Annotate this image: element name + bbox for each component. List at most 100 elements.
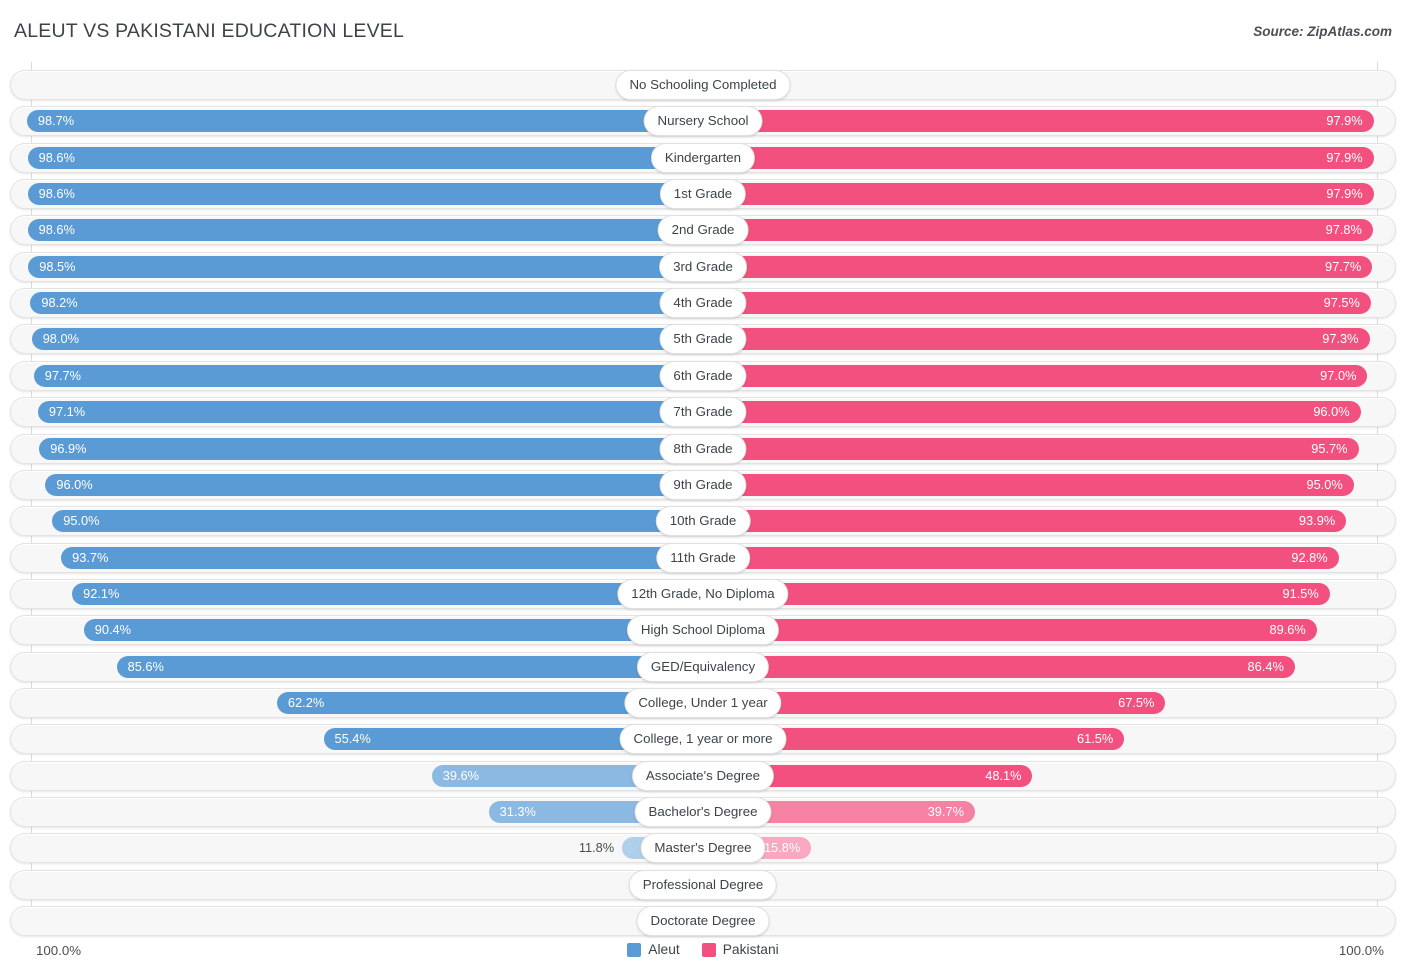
bar-value-aleut: 90.4%	[94, 622, 132, 638]
bar-aleut	[72, 582, 703, 605]
chart-header: ALEUT VS PAKISTANI EDUCATION LEVEL Sourc…	[0, 0, 1406, 62]
category-label: GED/Equivalency	[636, 651, 770, 682]
bar-value-aleut: 31.3%	[499, 804, 536, 819]
chart-row: 98.6% 97.9% Kindergarten	[10, 142, 1396, 173]
chart-row: 85.6% 86.4% GED/Equivalency	[10, 651, 1396, 682]
bar-value-aleut: 98.6%	[38, 186, 75, 202]
chart-row: 31.3% 39.7% Bachelor's Degree	[10, 797, 1396, 827]
bar-pakistani	[703, 437, 1359, 460]
chart-row: 98.5% 97.7% 3rd Grade	[10, 251, 1396, 282]
bar-aleut	[37, 401, 703, 424]
bar-value-pakistani: 97.0%	[1320, 367, 1357, 383]
chart-row: 98.6% 97.8% 2nd Grade	[10, 215, 1396, 246]
bar-value-aleut: 92.1%	[83, 585, 120, 601]
category-label: 3rd Grade	[659, 251, 747, 282]
chart-row: 90.4% 89.6% High School Diploma	[10, 615, 1396, 646]
bar-pakistani	[703, 619, 1317, 642]
category-label: Associate's Degree	[631, 760, 775, 791]
bar-aleut	[31, 328, 703, 351]
bar-value-aleut: 11.8%	[578, 840, 615, 856]
bar-value-pakistani: 97.7%	[1324, 258, 1362, 274]
page-title: ALEUT VS PAKISTANI EDUCATION LEVEL	[14, 20, 405, 42]
bar-pakistani	[703, 655, 1295, 678]
legend-swatch-icon	[701, 942, 716, 957]
legend-item-aleut: Aleut	[627, 942, 680, 957]
legend-swatch-icon	[627, 942, 642, 957]
category-label: 7th Grade	[659, 397, 747, 428]
chart-row: 39.6% 48.1% Associate's Degree	[10, 760, 1396, 791]
bar-aleut	[83, 619, 703, 642]
bar-value-pakistani: 89.6%	[1269, 622, 1306, 638]
bar-value-aleut: 97.1%	[48, 404, 86, 420]
chart-page: ALEUT VS PAKISTANI EDUCATION LEVEL Sourc…	[0, 0, 1406, 975]
chart-legend: Aleut Pakistani	[0, 942, 1406, 957]
category-label: Kindergarten	[650, 142, 756, 173]
bar-value-pakistani: 15.8%	[763, 840, 801, 856]
category-label: 8th Grade	[659, 433, 747, 464]
chart-row: 98.0% 97.3% 5th Grade	[10, 324, 1396, 355]
bar-value-aleut: 98.0%	[42, 331, 79, 347]
chart-row: 95.0% 93.9% 10th Grade	[10, 506, 1396, 537]
chart-row: 62.2% 67.5% College, Under 1 year	[10, 687, 1396, 718]
bar-pakistani	[703, 292, 1371, 315]
bar-value-aleut: 96.9%	[50, 440, 87, 456]
category-label: 6th Grade	[659, 360, 747, 391]
bar-value-aleut: 95.0%	[63, 513, 100, 529]
bar-value-pakistani: 67.5%	[1118, 694, 1155, 710]
chart-row: 98.6% 97.9% 1st Grade	[10, 179, 1396, 210]
bar-aleut	[116, 655, 703, 678]
chart-row: 96.9% 95.7% 8th Grade	[10, 433, 1396, 464]
bar-aleut	[39, 437, 703, 460]
bar-pakistani	[703, 183, 1374, 206]
bar-value-pakistani: 95.7%	[1311, 440, 1348, 456]
legend-label: Pakistani	[722, 942, 779, 957]
category-label: No Schooling Completed	[615, 70, 791, 100]
category-label: 2nd Grade	[657, 215, 749, 246]
chart-row: 98.7% 97.9% Nursery School	[10, 106, 1396, 137]
bar-pakistani	[703, 364, 1368, 387]
bar-aleut	[27, 183, 703, 206]
category-label: 4th Grade	[659, 288, 747, 319]
bar-value-pakistani: 96.0%	[1313, 404, 1350, 420]
bar-pakistani	[703, 473, 1354, 496]
bar-pakistani	[703, 328, 1370, 351]
bar-value-aleut: 55.4%	[334, 731, 371, 747]
bar-value-pakistani: 97.9%	[1326, 113, 1363, 129]
bar-value-pakistani: 61.5%	[1076, 731, 1114, 747]
chart-plot-area: 1.6%2.1%No Schooling Completed 98.7% 97.9%…	[0, 62, 1406, 937]
bar-pakistani	[703, 582, 1330, 605]
category-label: 11th Grade	[656, 542, 750, 573]
category-label: 10th Grade	[655, 506, 751, 537]
chart-row: 93.7% 92.8% 11th Grade	[10, 542, 1396, 573]
bar-value-aleut: 98.7%	[37, 113, 75, 129]
category-label: Nursery School	[643, 106, 763, 137]
bar-value-pakistani: 39.7%	[927, 804, 964, 819]
chart-footer: 100.0% 100.0% Aleut Pakistani	[0, 936, 1406, 975]
bar-value-aleut: 98.5%	[39, 258, 76, 274]
chart-row: 11.8% 15.8% Master's Degree	[10, 833, 1396, 864]
bar-value-aleut: 85.6%	[127, 658, 164, 674]
chart-row: 97.1% 96.0% 7th Grade	[10, 397, 1396, 428]
bar-value-pakistani: 86.4%	[1247, 658, 1284, 674]
category-label: Bachelor's Degree	[634, 797, 772, 827]
category-label: 12th Grade, No Diploma	[617, 578, 789, 609]
bar-pakistani	[703, 546, 1339, 569]
bar-aleut	[27, 219, 703, 242]
bar-value-pakistani: 48.1%	[985, 767, 1022, 783]
bar-value-aleut: 39.6%	[442, 767, 480, 783]
legend-label: Aleut	[648, 942, 680, 957]
bar-aleut	[30, 292, 703, 315]
category-label: High School Diploma	[626, 615, 780, 646]
bar-value-pakistani: 97.9%	[1326, 149, 1363, 165]
chart-row: 1.6%2.1%No Schooling Completed	[10, 70, 1396, 100]
category-label: College, Under 1 year	[624, 687, 782, 718]
bar-value-pakistani: 97.9%	[1326, 186, 1363, 202]
bar-aleut	[61, 546, 703, 569]
bar-aleut	[26, 110, 703, 133]
bar-aleut	[52, 510, 703, 533]
category-label: Professional Degree	[628, 869, 778, 900]
bar-pakistani	[703, 146, 1374, 169]
legend-item-pakistani: Pakistani	[701, 942, 779, 957]
bar-aleut	[45, 473, 703, 496]
bar-value-aleut: 62.2%	[287, 694, 325, 710]
